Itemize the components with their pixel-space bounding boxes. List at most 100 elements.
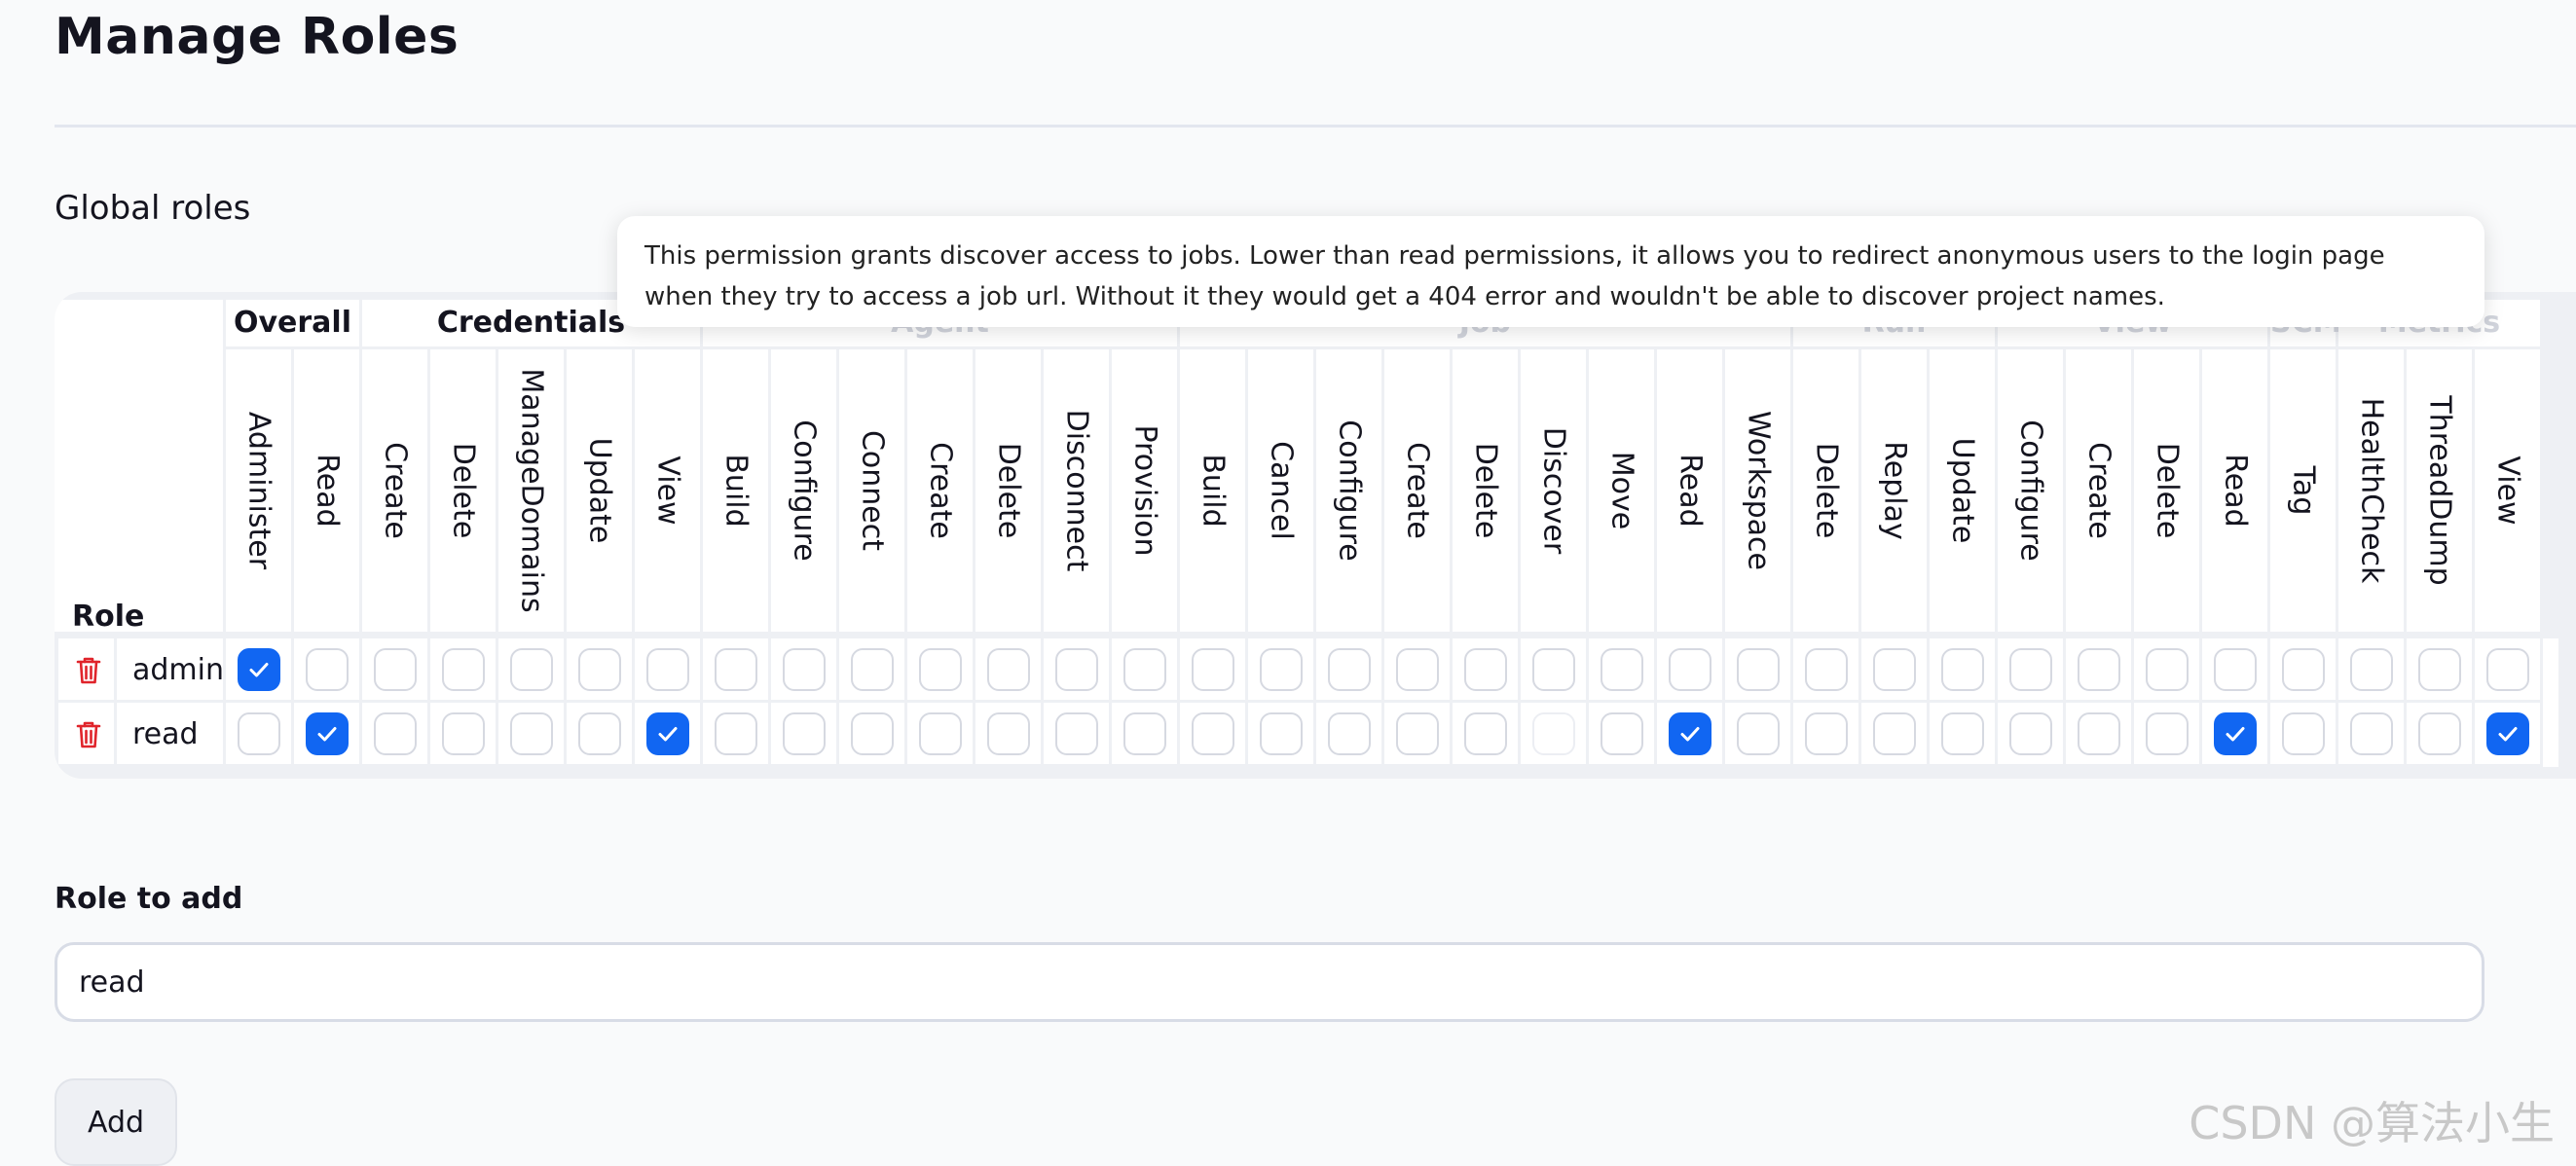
permission-header-discover: Discover bbox=[1521, 349, 1586, 632]
permission-checkbox-view[interactable] bbox=[645, 711, 689, 755]
delete-role-button-right[interactable] bbox=[2543, 638, 2558, 703]
permission-cell bbox=[430, 638, 496, 700]
permission-label: Delete bbox=[1468, 442, 1502, 539]
global-roles-table: OverallCredentialsAgentJobRunViewSCMMetr… bbox=[55, 292, 2576, 779]
permission-checkbox-read[interactable] bbox=[2213, 711, 2257, 755]
permission-checkbox-threaddump[interactable] bbox=[2417, 647, 2461, 691]
permission-checkbox-move[interactable] bbox=[1600, 711, 1643, 755]
permission-checkbox-delete[interactable] bbox=[441, 711, 485, 755]
permission-checkbox-threaddump[interactable] bbox=[2417, 711, 2461, 755]
permission-header-threaddump: ThreadDump bbox=[2407, 349, 2472, 632]
permission-checkbox-configure[interactable] bbox=[2008, 711, 2052, 755]
permission-checkbox-workspace[interactable] bbox=[1736, 711, 1780, 755]
permission-checkbox-create[interactable] bbox=[1395, 647, 1439, 691]
permission-cell bbox=[1861, 638, 1927, 700]
permission-label: Delete bbox=[2150, 442, 2184, 539]
permission-cell bbox=[2134, 638, 2199, 700]
permission-checkbox-create[interactable] bbox=[373, 711, 417, 755]
permission-checkbox-create[interactable] bbox=[2077, 711, 2120, 755]
permission-checkbox-create[interactable] bbox=[918, 711, 962, 755]
permission-checkbox-build[interactable] bbox=[714, 647, 757, 691]
permission-cell bbox=[1725, 638, 1790, 700]
role-to-add-input[interactable] bbox=[55, 942, 2484, 1022]
permission-checkbox-delete[interactable] bbox=[1804, 647, 1848, 691]
permission-checkbox-update[interactable] bbox=[577, 647, 621, 691]
permission-checkbox-read[interactable] bbox=[1668, 647, 1711, 691]
delete-role-button-right[interactable] bbox=[2543, 703, 2558, 767]
permission-checkbox-configure[interactable] bbox=[1327, 711, 1371, 755]
permission-checkbox-update[interactable] bbox=[1940, 711, 1984, 755]
permission-group-overall: Overall bbox=[226, 300, 359, 346]
permission-checkbox-build[interactable] bbox=[714, 711, 757, 755]
permission-checkbox-replay[interactable] bbox=[1872, 647, 1916, 691]
permission-checkbox-update[interactable] bbox=[1940, 647, 1984, 691]
permission-checkbox-replay[interactable] bbox=[1872, 711, 1916, 755]
permission-label: Connect bbox=[855, 429, 889, 552]
permission-checkbox-managedomains[interactable] bbox=[509, 711, 553, 755]
permission-checkbox-move[interactable] bbox=[1600, 647, 1643, 691]
permission-checkbox-disconnect[interactable] bbox=[1054, 647, 1098, 691]
permission-cell bbox=[635, 638, 700, 700]
permission-checkbox-delete[interactable] bbox=[441, 647, 485, 691]
permission-checkbox-create[interactable] bbox=[2077, 647, 2120, 691]
permission-checkbox-read[interactable] bbox=[305, 647, 349, 691]
permission-checkbox-delete[interactable] bbox=[1804, 711, 1848, 755]
permission-cell bbox=[2270, 638, 2336, 700]
permission-checkbox-connect[interactable] bbox=[850, 647, 894, 691]
permission-header-update: Update bbox=[567, 349, 632, 632]
permission-cell bbox=[1793, 638, 1858, 700]
delete-role-button[interactable] bbox=[58, 703, 114, 764]
permission-checkbox-view[interactable] bbox=[2485, 711, 2529, 755]
permission-checkbox-configure[interactable] bbox=[782, 647, 826, 691]
trash-icon bbox=[2557, 655, 2558, 686]
permission-checkbox-tag[interactable] bbox=[2281, 647, 2325, 691]
permission-label: Build bbox=[1196, 454, 1230, 528]
permission-checkbox-disconnect[interactable] bbox=[1054, 711, 1098, 755]
watermark: CSDN @算法小生 bbox=[2189, 1097, 2555, 1149]
permission-checkbox-create[interactable] bbox=[1395, 711, 1439, 755]
permission-checkbox-configure[interactable] bbox=[1327, 647, 1371, 691]
permission-checkbox-tag[interactable] bbox=[2281, 711, 2325, 755]
permission-checkbox-read[interactable] bbox=[1668, 711, 1711, 755]
permission-checkbox-discover[interactable] bbox=[1531, 647, 1575, 691]
permission-checkbox-read[interactable] bbox=[2213, 647, 2257, 691]
permission-cell bbox=[907, 638, 973, 700]
permission-checkbox-cancel[interactable] bbox=[1259, 647, 1303, 691]
permission-cell bbox=[1248, 703, 1313, 764]
add-role-button[interactable]: Add bbox=[55, 1078, 177, 1166]
permission-checkbox-provision[interactable] bbox=[1122, 711, 1166, 755]
permission-checkbox-delete[interactable] bbox=[1463, 711, 1507, 755]
permission-checkbox-configure[interactable] bbox=[782, 711, 826, 755]
permission-checkbox-healthcheck[interactable] bbox=[2349, 647, 2393, 691]
permission-checkbox-managedomains[interactable] bbox=[509, 647, 553, 691]
permission-checkbox-create[interactable] bbox=[918, 647, 962, 691]
permission-checkbox-delete[interactable] bbox=[986, 647, 1030, 691]
permission-checkbox-delete[interactable] bbox=[1463, 647, 1507, 691]
permission-checkbox-view[interactable] bbox=[645, 647, 689, 691]
permission-label: View bbox=[2490, 455, 2524, 526]
permission-checkbox-delete[interactable] bbox=[986, 711, 1030, 755]
permission-checkbox-administer[interactable] bbox=[237, 647, 280, 691]
permission-checkbox-cancel[interactable] bbox=[1259, 711, 1303, 755]
permission-checkbox-view[interactable] bbox=[2485, 647, 2529, 691]
permission-checkbox-delete[interactable] bbox=[2145, 647, 2189, 691]
permission-checkbox-workspace[interactable] bbox=[1736, 647, 1780, 691]
permission-checkbox-connect[interactable] bbox=[850, 711, 894, 755]
permission-cell bbox=[1861, 703, 1927, 764]
permission-checkbox-provision[interactable] bbox=[1122, 647, 1166, 691]
permission-cell bbox=[2475, 703, 2540, 764]
permission-checkbox-healthcheck[interactable] bbox=[2349, 711, 2393, 755]
permission-checkbox-update[interactable] bbox=[577, 711, 621, 755]
permission-cell bbox=[2407, 703, 2472, 764]
permission-checkbox-administer[interactable] bbox=[237, 711, 280, 755]
permission-cell bbox=[2270, 703, 2336, 764]
permission-checkbox-build[interactable] bbox=[1191, 711, 1234, 755]
permission-cell bbox=[1725, 703, 1790, 764]
permission-checkbox-read[interactable] bbox=[305, 711, 349, 755]
permission-cell bbox=[2134, 703, 2199, 764]
permission-checkbox-delete[interactable] bbox=[2145, 711, 2189, 755]
permission-checkbox-create[interactable] bbox=[373, 647, 417, 691]
permission-checkbox-configure[interactable] bbox=[2008, 647, 2052, 691]
permission-checkbox-build[interactable] bbox=[1191, 647, 1234, 691]
delete-role-button[interactable] bbox=[58, 638, 114, 700]
